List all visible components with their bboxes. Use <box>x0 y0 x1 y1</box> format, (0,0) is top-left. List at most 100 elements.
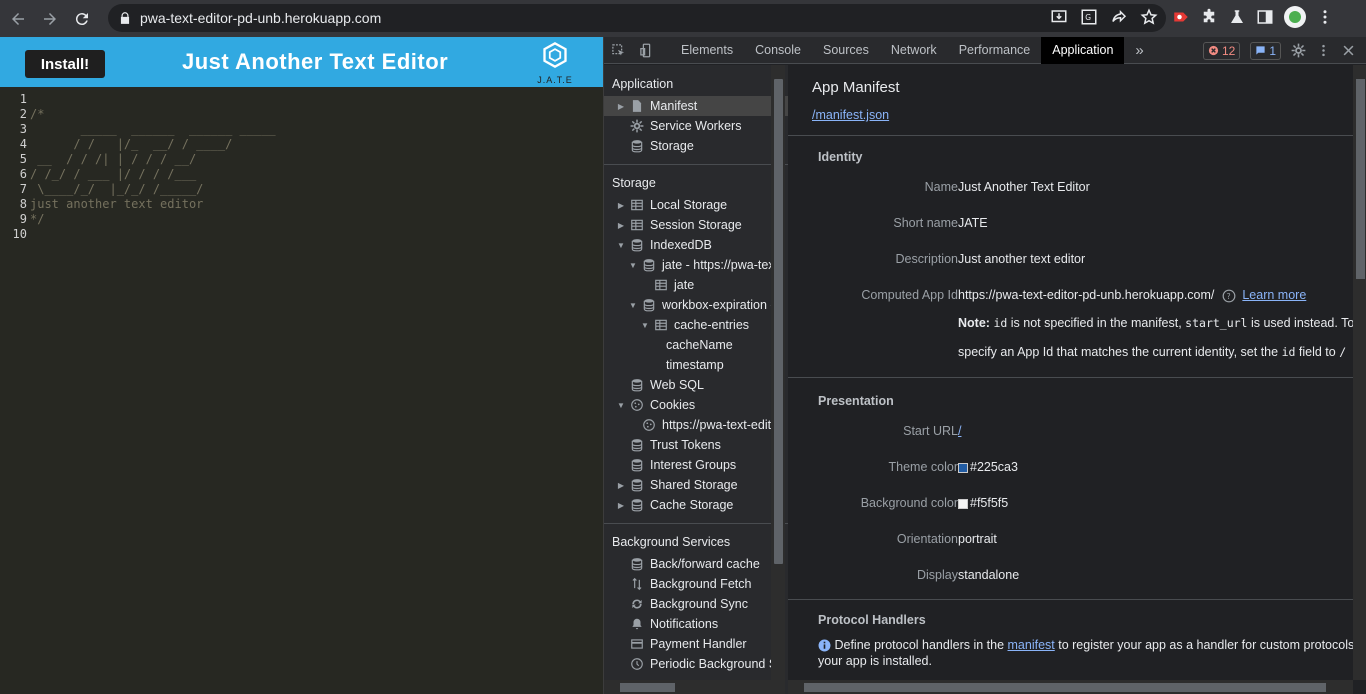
sidebar-item-cookies[interactable]: ▼ Cookies <box>604 395 788 415</box>
sidebar-item-background-fetch[interactable]: Background Fetch <box>604 574 788 594</box>
tab-elements[interactable]: Elements <box>670 37 744 64</box>
sidebar-item-jate-https-pwa-tex[interactable]: ▼ jate - https://pwa-tex <box>604 255 788 275</box>
kebab-menu-icon[interactable] <box>1316 8 1334 26</box>
code-line[interactable]: 10 <box>0 227 603 242</box>
code-line[interactable]: 1 <box>0 92 603 107</box>
device-toolbar-button[interactable] <box>632 37 660 64</box>
code-line[interactable]: 9 */ <box>0 212 603 227</box>
side-panel-icon[interactable] <box>1256 8 1274 26</box>
collapsed-arrow-icon[interactable]: ▶ <box>616 221 626 230</box>
sidebar-item-background-sync[interactable]: Background Sync <box>604 594 788 614</box>
sidebar-item-manifest[interactable]: ▶ Manifest <box>604 96 788 116</box>
learn-more-link[interactable]: Learn more <box>1242 288 1306 302</box>
help-icon[interactable]: ? <box>1222 289 1236 303</box>
sidebar-item-label: Shared Storage <box>650 478 738 492</box>
sidebar-item-web-sql[interactable]: Web SQL <box>604 375 788 395</box>
code-line[interactable]: 6/ /_/ / ___ |/ / / /___ <box>0 167 603 182</box>
tab-network[interactable]: Network <box>880 37 948 64</box>
sidebar-item-notifications[interactable]: Notifications <box>604 614 788 634</box>
install-button[interactable]: Install! <box>25 50 105 78</box>
sidebar-item-local-storage[interactable]: ▶ Local Storage <box>604 195 788 215</box>
sidebar-item-interest-groups[interactable]: Interest Groups <box>604 455 788 475</box>
avatar[interactable] <box>1284 6 1306 28</box>
share-icon[interactable] <box>1110 8 1128 26</box>
more-tabs-button[interactable]: » <box>1124 37 1154 64</box>
close-icon[interactable] <box>1341 43 1356 58</box>
forward-button[interactable] <box>36 5 64 33</box>
expanded-arrow-icon[interactable]: ▼ <box>628 261 638 270</box>
line-number: 1 <box>19 92 27 106</box>
start-url-label: Start URL <box>903 424 958 438</box>
message-badge[interactable]: 1 <box>1250 41 1281 60</box>
record-extension-icon[interactable] <box>1172 8 1190 26</box>
sidebar-item-session-storage[interactable]: ▶ Session Storage <box>604 215 788 235</box>
translate-icon[interactable]: G <box>1080 8 1098 26</box>
sidebar-item-workbox-expiration[interactable]: ▼ workbox-expiration - <box>604 295 788 315</box>
protocol-manifest-link[interactable]: manifest <box>1008 638 1055 652</box>
tab-performance[interactable]: Performance <box>948 37 1042 64</box>
manifest-horizontal-scrollbar[interactable] <box>788 680 1353 694</box>
background-color-swatch <box>958 498 968 509</box>
sidebar-item-back-forward-cache[interactable]: Back/forward cache <box>604 554 788 574</box>
sidebar-item-label: IndexedDB <box>650 238 712 252</box>
sidebar-horizontal-scrollbar[interactable] <box>604 680 771 694</box>
inspect-element-button[interactable] <box>604 37 632 64</box>
sidebar-item-timestamp[interactable]: timestamp <box>604 355 788 375</box>
flask-icon[interactable] <box>1228 8 1246 26</box>
identity-header: Identity <box>818 150 863 164</box>
sidebar-item-indexeddb[interactable]: ▼ IndexedDB <box>604 235 788 255</box>
reload-button[interactable] <box>68 5 96 33</box>
line-number: 9 <box>19 212 27 226</box>
code-line[interactable]: 7 \____/_/ |_/_/ /_____/ <box>0 182 603 197</box>
puzzle-icon[interactable] <box>1200 8 1218 26</box>
sidebar-item-service-workers[interactable]: Service Workers <box>604 116 788 136</box>
line-number: 10 <box>12 227 27 241</box>
sidebar-item-trust-tokens[interactable]: Trust Tokens <box>604 435 788 455</box>
computed-app-id-row: https://pwa-text-editor-pd-unb.herokuapp… <box>958 288 1306 303</box>
code-line[interactable]: 4 / / |/_ __/ / ____/ <box>0 137 603 152</box>
info-icon <box>818 639 831 652</box>
collapsed-arrow-icon[interactable]: ▶ <box>616 481 626 490</box>
sidebar-item-periodic-background-sy[interactable]: Periodic Background Sy <box>604 654 788 674</box>
code-editor[interactable]: 1 2/* 3 _____ ______ ______ _____ 4 / / |/_… <box>0 87 603 242</box>
expanded-arrow-icon[interactable]: ▼ <box>616 401 626 410</box>
expanded-arrow-icon[interactable]: ▼ <box>616 241 626 250</box>
sidebar-item-payment-handler[interactable]: Payment Handler <box>604 634 788 654</box>
devtools-menu-icon[interactable] <box>1316 43 1331 58</box>
tab-application[interactable]: Application <box>1041 36 1125 64</box>
code-line[interactable]: 8 just another text editor <box>0 197 603 212</box>
theme-color-label: Theme color <box>888 460 958 474</box>
back-button[interactable] <box>4 5 32 33</box>
sidebar-item-cache-storage[interactable]: ▶ Cache Storage <box>604 495 788 515</box>
code-line[interactable]: 3 _____ ______ ______ _____ <box>0 122 603 137</box>
sidebar-vertical-scrollbar[interactable] <box>771 65 785 694</box>
inspect-icon <box>611 43 624 55</box>
tab-console[interactable]: Console <box>744 37 812 64</box>
address-bar[interactable]: pwa-text-editor-pd-unb.herokuapp.com G <box>108 4 1166 32</box>
expanded-arrow-icon[interactable]: ▼ <box>640 321 650 330</box>
sidebar-item-cache-entries[interactable]: ▼ cache-entries <box>604 315 788 335</box>
settings-gear-icon[interactable] <box>1291 43 1306 58</box>
error-badge[interactable]: 12 <box>1202 41 1241 60</box>
sidebar-item-https-pwa-text-edit[interactable]: https://pwa-text-edit <box>604 415 788 435</box>
code-line[interactable]: 5 __ / / /| | / / / __/ <box>0 152 603 167</box>
avatar-dot <box>1289 11 1301 23</box>
collapsed-arrow-icon[interactable]: ▶ <box>616 501 626 510</box>
star-icon[interactable] <box>1140 8 1158 26</box>
manifest-vertical-scrollbar[interactable] <box>1353 65 1366 680</box>
expanded-arrow-icon[interactable]: ▼ <box>628 301 638 310</box>
database-icon <box>643 259 655 272</box>
start-url-link[interactable]: / <box>958 424 961 438</box>
install-app-icon[interactable] <box>1050 8 1068 26</box>
sidebar-item-label: Background Sync <box>650 597 748 611</box>
sidebar-item-storage[interactable]: Storage <box>604 136 788 156</box>
collapsed-arrow-icon[interactable]: ▶ <box>616 201 626 210</box>
sidebar-item-cachename[interactable]: cacheName <box>604 335 788 355</box>
code-line[interactable]: 2/* <box>0 107 603 122</box>
theme-color-row: #225ca3 <box>958 460 1018 474</box>
sidebar-item-shared-storage[interactable]: ▶ Shared Storage <box>604 475 788 495</box>
collapsed-arrow-icon[interactable]: ▶ <box>616 102 626 111</box>
sidebar-item-jate[interactable]: jate <box>604 275 788 295</box>
manifest-json-link[interactable]: /manifest.json <box>812 108 889 122</box>
tab-sources[interactable]: Sources <box>812 37 880 64</box>
